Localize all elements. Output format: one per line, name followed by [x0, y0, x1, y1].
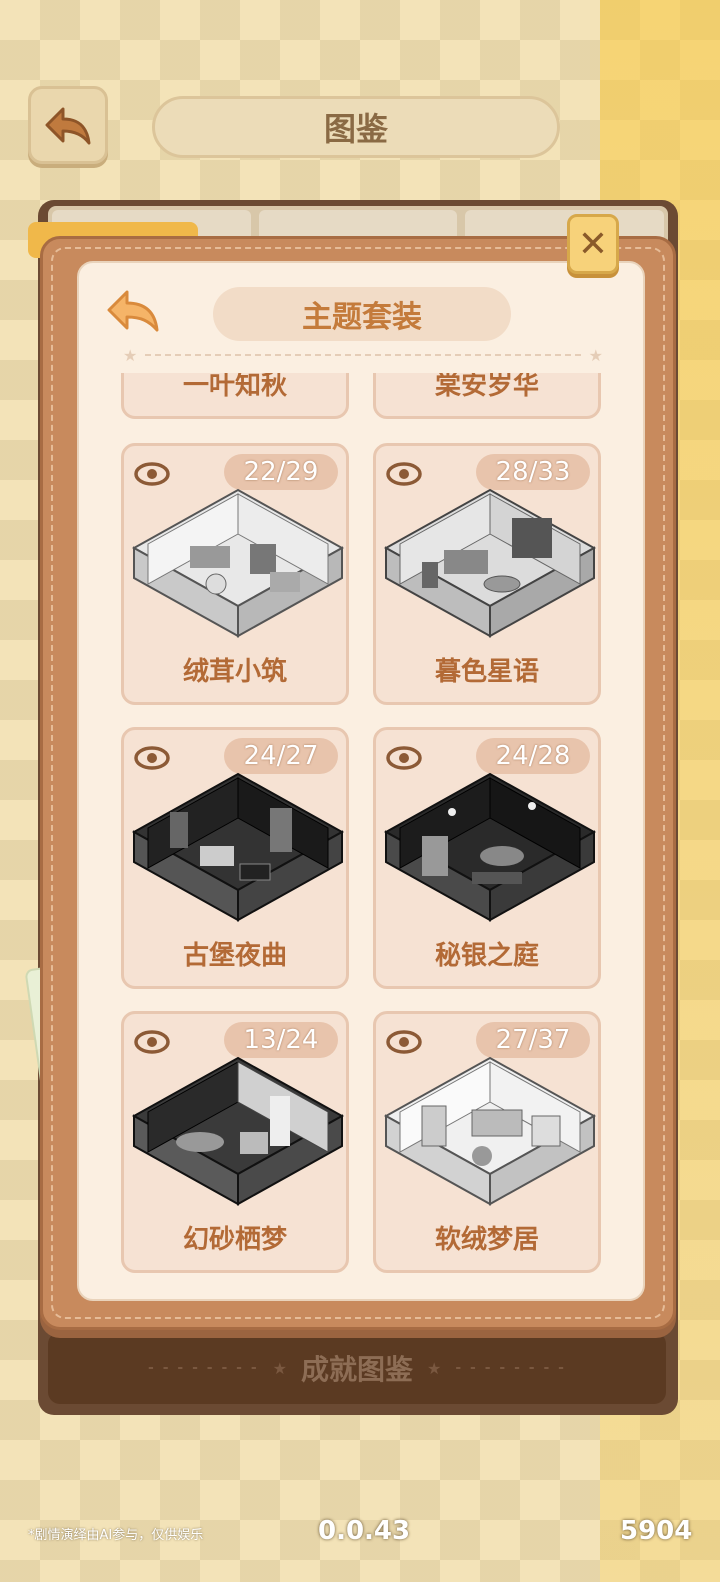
theme-set-name: 幻砂栖梦 [182, 1225, 287, 1255]
theme-set-card[interactable]: 24/27 古堡夜曲 [121, 727, 349, 989]
star-icon: ★ [272, 1358, 287, 1378]
eye-icon[interactable] [386, 744, 422, 772]
close-icon: ✕ [577, 223, 609, 265]
theme-set-card[interactable]: 28/33 暮色星语 [373, 443, 601, 705]
divider: - - - - - - - - [455, 1360, 566, 1376]
page-title: 图鉴 [152, 96, 560, 158]
divider: - - - - - - - - [148, 1360, 259, 1376]
ai-disclaimer: *剧情演绎由AI参与，仅供娱乐 [28, 1528, 204, 1543]
star-icon: ★ [588, 345, 603, 365]
modal-title: 主题套装 [213, 287, 511, 341]
theme-set-card[interactable]: 一叶知秋 [121, 373, 349, 419]
star-icon: ★ [123, 345, 138, 365]
theme-set-name: 秘银之庭 [434, 941, 539, 971]
title-divider: ★ ★ [123, 345, 603, 365]
room-preview-image [383, 772, 597, 922]
version-label: 0.0.43 [318, 1516, 411, 1546]
build-number: 5904 [620, 1516, 693, 1546]
achievement-label: 成就图鉴 [300, 1353, 413, 1386]
close-button[interactable]: ✕ [567, 214, 619, 274]
eye-icon[interactable] [386, 460, 422, 488]
theme-set-name: 一叶知秋 [182, 373, 287, 401]
achievement-collection-button[interactable]: - - - - - - - - ★ 成就图鉴 ★ - - - - - - - - [48, 1332, 666, 1404]
eye-icon[interactable] [134, 460, 170, 488]
theme-set-modal: 主题套装 ★ ★ 一叶知秋 棠安岁华 22/29 绒茸小筑 28/33 暮色星语… [40, 236, 676, 1330]
room-preview-image [383, 488, 597, 638]
theme-set-grid[interactable]: 一叶知秋 棠安岁华 22/29 绒茸小筑 28/33 暮色星语 24/27 古堡… [79, 373, 643, 1299]
eye-icon[interactable] [134, 1028, 170, 1056]
star-icon: ★ [427, 1358, 442, 1378]
eye-icon[interactable] [386, 1028, 422, 1056]
modal-back-button[interactable] [103, 285, 163, 335]
room-preview-image [383, 1056, 597, 1206]
collection-progress: 13/24 [224, 1022, 338, 1058]
modal-content: 主题套装 ★ ★ 一叶知秋 棠安岁华 22/29 绒茸小筑 28/33 暮色星语… [77, 261, 645, 1301]
eye-icon[interactable] [134, 744, 170, 772]
room-preview-image [131, 772, 345, 922]
theme-set-card[interactable]: 22/29 绒茸小筑 [121, 443, 349, 705]
back-arrow-icon [45, 107, 91, 145]
back-arrow-icon [107, 290, 159, 332]
room-preview-image [131, 1056, 345, 1206]
theme-set-name: 棠安岁华 [434, 373, 539, 401]
theme-set-card[interactable]: 棠安岁华 [373, 373, 601, 419]
collection-progress: 28/33 [476, 454, 590, 490]
back-button[interactable] [28, 86, 108, 164]
theme-set-card[interactable]: 27/37 软绒梦居 [373, 1011, 601, 1273]
theme-set-card[interactable]: 24/28 秘银之庭 [373, 727, 601, 989]
room-preview-image [131, 488, 345, 638]
theme-set-name: 绒茸小筑 [182, 657, 287, 687]
collection-progress: 24/27 [224, 738, 338, 774]
collection-progress: 24/28 [476, 738, 590, 774]
theme-set-name: 古堡夜曲 [182, 941, 287, 971]
theme-set-card[interactable]: 13/24 幻砂栖梦 [121, 1011, 349, 1273]
collection-progress: 22/29 [224, 454, 338, 490]
theme-set-name: 软绒梦居 [434, 1225, 539, 1255]
theme-set-name: 暮色星语 [434, 657, 539, 687]
collection-progress: 27/37 [476, 1022, 590, 1058]
